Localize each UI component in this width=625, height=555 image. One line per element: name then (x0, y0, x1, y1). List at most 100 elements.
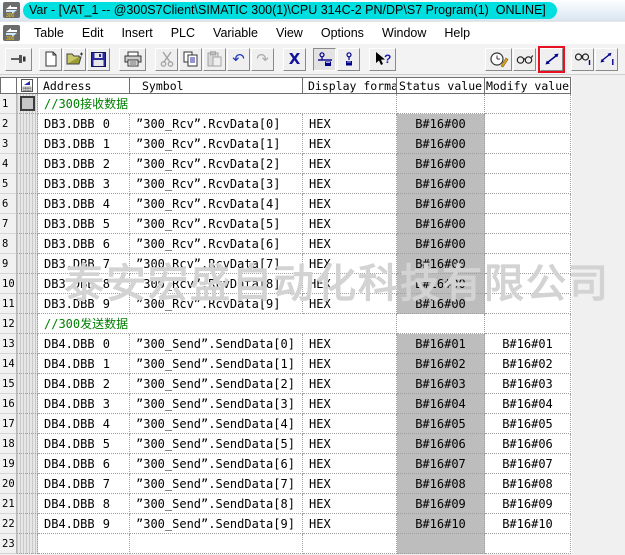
menu-table[interactable]: Table (25, 23, 73, 43)
symbol-cell[interactable]: ”300_Rcv”.RcvData[8] (130, 274, 303, 294)
address-cell[interactable]: DB4.DBB0 (38, 334, 130, 354)
menu-insert[interactable]: Insert (112, 23, 161, 43)
display-format-cell[interactable]: HEX (303, 434, 397, 454)
row-number-cell[interactable]: 19 (0, 454, 17, 474)
symbol-cell[interactable]: ”300_Rcv”.RcvData[5] (130, 214, 303, 234)
menu-view[interactable]: View (267, 23, 312, 43)
undo-button[interactable]: ↶ (227, 48, 250, 71)
display-format-cell[interactable]: HEX (303, 354, 397, 374)
symbol-cell[interactable]: ”300_Rcv”.RcvData[9] (130, 294, 303, 314)
symbol-cell[interactable]: ”300_Send”.SendData[8] (130, 494, 303, 514)
display-format-cell[interactable]: HEX (303, 514, 397, 534)
app-icon[interactable]: 300 (3, 2, 21, 19)
modify-once-button[interactable] (595, 48, 618, 71)
address-cell[interactable]: DB3.DBB8 (38, 274, 130, 294)
address-cell[interactable]: DB3.DBB2 (38, 154, 130, 174)
save-button[interactable] (87, 48, 110, 71)
symbol-cell[interactable]: ”300_Send”.SendData[2] (130, 374, 303, 394)
display-format-cell[interactable]: HEX (303, 114, 397, 134)
modify-value-cell[interactable]: B#16#10 (485, 514, 571, 534)
display-format-cell[interactable]: HEX (303, 294, 397, 314)
address-cell[interactable]: DB3.DBB5 (38, 214, 130, 234)
copy-button[interactable] (179, 48, 202, 71)
comment-cell[interactable]: //300接收数据 (38, 94, 397, 114)
display-format-cell[interactable]: HEX (303, 454, 397, 474)
address-cell[interactable]: DB3.DBB3 (38, 174, 130, 194)
symbol-cell[interactable]: ”300_Rcv”.RcvData[7] (130, 254, 303, 274)
address-cell[interactable]: DB3.DBB9 (38, 294, 130, 314)
modify-value-cell[interactable] (485, 194, 571, 214)
modify-value-cell[interactable] (485, 274, 571, 294)
address-cell[interactable]: DB3.DBB4 (38, 194, 130, 214)
modify-value-cell[interactable]: B#16#09 (485, 494, 571, 514)
display-format-cell[interactable]: HEX (303, 154, 397, 174)
address-cell[interactable]: DB4.DBB4 (38, 414, 130, 434)
symbol-cell[interactable]: ”300_Send”.SendData[5] (130, 434, 303, 454)
modify-value-cell[interactable]: B#16#05 (485, 414, 571, 434)
modify-value-cell[interactable]: B#16#07 (485, 454, 571, 474)
menu-variable[interactable]: Variable (204, 23, 267, 43)
row-number-cell[interactable]: 4 (0, 154, 17, 174)
address-cell[interactable] (38, 534, 130, 554)
modify-value-cell[interactable] (485, 94, 571, 114)
address-cell[interactable]: DB3.DBB7 (38, 254, 130, 274)
display-format-cell[interactable]: HEX (303, 194, 397, 214)
row-number-cell[interactable]: 23 (0, 534, 17, 554)
menu-plc[interactable]: PLC (162, 23, 204, 43)
row-number-cell[interactable]: 22 (0, 514, 17, 534)
display-format-cell[interactable]: HEX (303, 254, 397, 274)
symbol-cell[interactable]: ”300_Send”.SendData[9] (130, 514, 303, 534)
display-format-cell[interactable]: HEX (303, 394, 397, 414)
symbol-cell[interactable]: ”300_Rcv”.RcvData[4] (130, 194, 303, 214)
row-number-cell[interactable]: 6 (0, 194, 17, 214)
symbol-cell[interactable]: ”300_Send”.SendData[3] (130, 394, 303, 414)
pin-button[interactable] (5, 48, 32, 71)
help-button[interactable]: ? (369, 48, 396, 71)
display-format-cell[interactable]: HEX (303, 234, 397, 254)
modify-value-cell[interactable]: B#16#01 (485, 334, 571, 354)
monitor-once-button[interactable] (571, 48, 594, 71)
modify-value-cell[interactable]: B#16#08 (485, 474, 571, 494)
address-cell[interactable]: DB4.DBB8 (38, 494, 130, 514)
modify-value-cell[interactable] (485, 134, 571, 154)
symbol-cell[interactable]: ”300_Rcv”.RcvData[2] (130, 154, 303, 174)
modify-value-cell[interactable]: B#16#02 (485, 354, 571, 374)
menu-window[interactable]: Window (373, 23, 435, 43)
row-number-cell[interactable]: 17 (0, 414, 17, 434)
row-number-cell[interactable]: 9 (0, 254, 17, 274)
row-number-cell[interactable]: 5 (0, 174, 17, 194)
row-number-cell[interactable]: 13 (0, 334, 17, 354)
display-format-cell[interactable]: HEX (303, 274, 397, 294)
symbol-cell[interactable]: ”300_Send”.SendData[7] (130, 474, 303, 494)
connect-configured-cpu-button[interactable] (313, 48, 336, 71)
display-format-cell[interactable]: HEX (303, 494, 397, 514)
address-cell[interactable]: DB4.DBB7 (38, 474, 130, 494)
menu-edit[interactable]: Edit (73, 23, 113, 43)
comment-cell[interactable]: //300发送数据 (38, 314, 397, 334)
modify-value-cell[interactable] (485, 154, 571, 174)
modify-value-cell[interactable] (485, 234, 571, 254)
set-trigger-button[interactable] (485, 48, 512, 71)
delete-button[interactable]: X (283, 48, 306, 71)
symbol-cell[interactable]: ”300_Rcv”.RcvData[3] (130, 174, 303, 194)
modify-value-cell[interactable] (485, 534, 571, 554)
modify-value-cell[interactable]: B#16#03 (485, 374, 571, 394)
display-format-cell[interactable]: HEX (303, 214, 397, 234)
row-number-cell[interactable]: 21 (0, 494, 17, 514)
address-cell[interactable]: DB3.DBB1 (38, 134, 130, 154)
row-number-cell[interactable]: 7 (0, 214, 17, 234)
display-format-cell[interactable]: HEX (303, 134, 397, 154)
row-number-cell[interactable]: 20 (0, 474, 17, 494)
symbol-cell[interactable]: ”300_Send”.SendData[1] (130, 354, 303, 374)
open-button[interactable] (63, 48, 86, 71)
row-number-cell[interactable]: 12 (0, 314, 17, 334)
monitor-variables-button[interactable] (513, 48, 536, 71)
row-number-cell[interactable]: 15 (0, 374, 17, 394)
address-cell[interactable]: DB4.DBB9 (38, 514, 130, 534)
symbol-cell[interactable]: ”300_Rcv”.RcvData[0] (130, 114, 303, 134)
address-cell[interactable]: DB4.DBB1 (38, 354, 130, 374)
row-number-cell[interactable]: 14 (0, 354, 17, 374)
row-number-cell[interactable]: 2 (0, 114, 17, 134)
address-cell[interactable]: DB4.DBB3 (38, 394, 130, 414)
menu-help[interactable]: Help (435, 23, 479, 43)
